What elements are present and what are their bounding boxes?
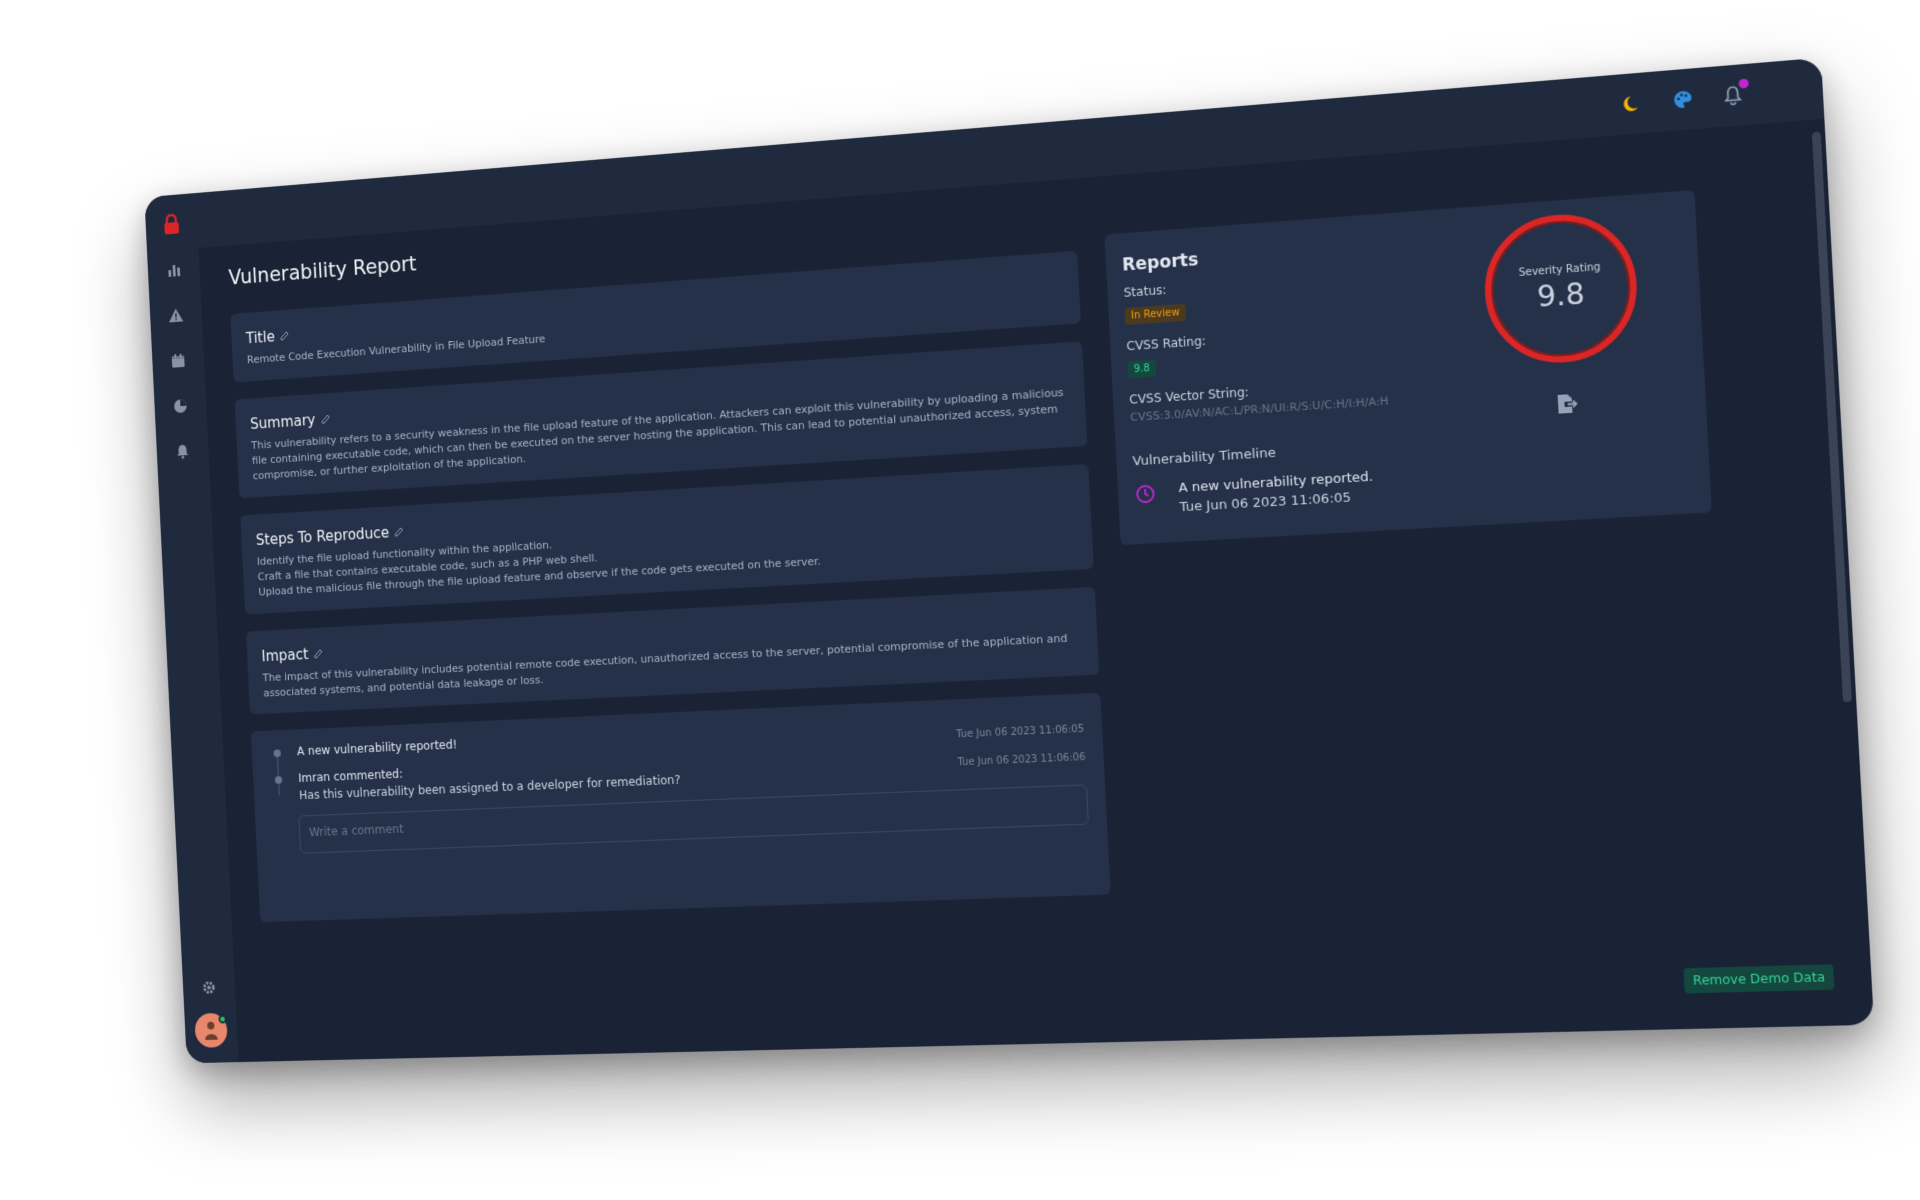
bell-icon[interactable] [170, 438, 194, 464]
reports-panel: Reports Status: In Review CVSS Rating: 9… [1104, 189, 1712, 546]
lock-icon[interactable] [159, 211, 183, 237]
severity-gauge-label: Severity Rating [1518, 261, 1601, 280]
sidebar-bottom [183, 974, 238, 1048]
calendar-icon[interactable] [166, 348, 190, 374]
history-icon [1134, 482, 1157, 506]
severity-gauge-value: 9.8 [1536, 276, 1586, 315]
bar-chart-icon[interactable] [162, 257, 186, 283]
edit-icon[interactable] [321, 414, 331, 424]
warning-icon[interactable] [164, 302, 188, 328]
edit-icon[interactable] [280, 331, 289, 341]
status-badge: In Review [1124, 303, 1187, 326]
settings-icon[interactable] [197, 975, 221, 1000]
summary-card-heading-text: Summary [249, 411, 316, 433]
online-status-dot [218, 1014, 227, 1024]
pie-chart-icon[interactable] [168, 393, 192, 419]
stage: Vulnerability Report Title Remote Code E… [0, 0, 1920, 1200]
app-window: Vulnerability Report Title Remote Code E… [144, 57, 1875, 1064]
timeline-dot [273, 749, 282, 758]
edit-icon[interactable] [314, 648, 324, 658]
notification-bell-icon[interactable] [1719, 78, 1749, 109]
impact-card-heading-text: Impact [261, 645, 309, 665]
edit-icon[interactable] [394, 527, 404, 537]
reports-card: Reports Status: In Review CVSS Rating: 9… [1104, 189, 1712, 546]
main-content: Vulnerability Report Title Remote Code E… [198, 119, 1874, 1062]
palette-icon[interactable] [1669, 86, 1696, 113]
activity-card: A new vulnerability reported! Tue Jun 06… [250, 693, 1111, 923]
steps-card-heading-text: Steps To Reproduce [255, 523, 390, 549]
title-card-heading-text: Title [245, 327, 276, 348]
report-details: Title Remote Code Execution Vulnerabilit… [230, 250, 1111, 923]
vulnerability-timeline-text-group: A new vulnerability reported. Tue Jun 06… [1178, 469, 1374, 515]
avatar[interactable] [194, 1012, 228, 1048]
moon-icon[interactable] [1620, 90, 1647, 117]
timeline-dot [274, 776, 283, 785]
export-icon[interactable] [1554, 392, 1579, 416]
notification-dot [1738, 78, 1749, 89]
cvss-badge: 9.8 [1127, 359, 1157, 379]
remove-demo-data-button[interactable]: Remove Demo Data [1683, 964, 1835, 994]
